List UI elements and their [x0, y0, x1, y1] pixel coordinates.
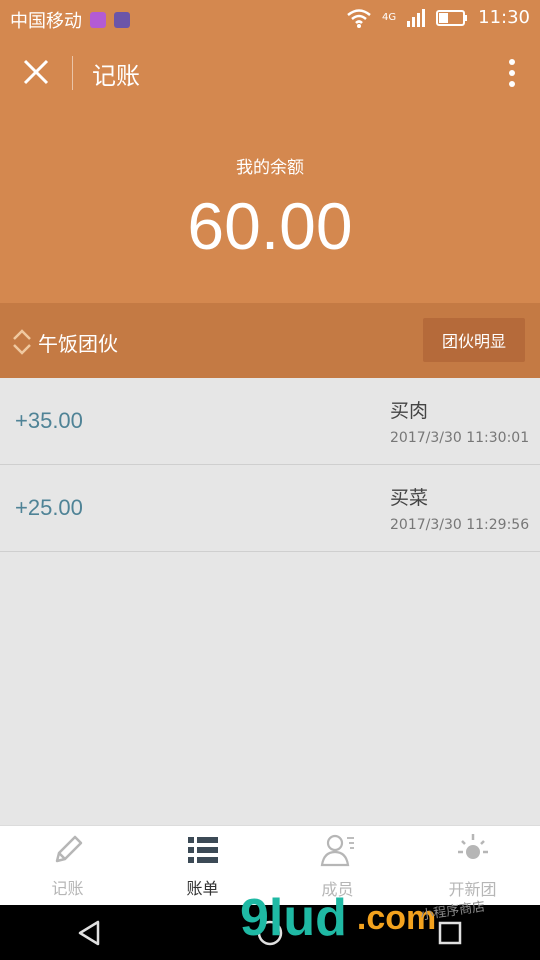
sun-icon [457, 834, 488, 859]
tab-label: 账单 [186, 879, 219, 898]
balance-amount: 60.00 [187, 189, 353, 263]
nav-back-button[interactable] [74, 917, 106, 949]
group-name-label: 午饭团伙 [38, 331, 118, 356]
group-bar: 午饭团伙 团伙明显 [0, 303, 540, 378]
carrier-label: 中国移动 [10, 11, 82, 32]
nav-recent-button[interactable] [434, 917, 466, 949]
tab-label: 记账 [51, 879, 84, 898]
recent-square-icon [438, 921, 462, 944]
transaction-amount: +35.00 [15, 408, 83, 433]
transaction-title: 买肉 [390, 400, 429, 422]
network-type: 4G [382, 12, 397, 23]
balance-panel: 我的余额 60.00 [0, 108, 540, 303]
signal-icon [407, 8, 426, 27]
gallery-notification-icon [90, 12, 106, 28]
pencil-icon [55, 835, 82, 863]
transaction-amount: +25.00 [15, 495, 83, 520]
wifi-icon [347, 8, 371, 28]
group-selector[interactable]: 午饭团伙 [12, 327, 118, 357]
appbar-divider [72, 56, 73, 90]
transaction-time: 2017/3/30 11:30:01 [390, 430, 530, 446]
tab-record[interactable]: 记账 [0, 826, 135, 906]
page-title: 记账 [92, 62, 140, 90]
app-bar: 记账 [0, 38, 540, 108]
transaction-time: 2017/3/30 11:29:56 [390, 517, 530, 533]
close-icon[interactable] [20, 56, 52, 88]
watermark: 9lud .com [240, 888, 436, 948]
transaction-title: 买菜 [390, 487, 429, 509]
balance-label: 我的余额 [236, 158, 304, 178]
person-icon [320, 834, 354, 867]
group-detail-button[interactable]: 团伙明显 [423, 318, 525, 362]
status-right: 4G 11:30 [346, 7, 530, 28]
status-bar: 中国移动 4G 11:30 [0, 0, 540, 38]
back-triangle-icon [78, 920, 100, 945]
transaction-list: +35.00 买肉 2017/3/30 11:30:01 +25.00 买菜 2… [0, 378, 540, 552]
list-icon [187, 837, 218, 863]
clock: 11:30 [478, 7, 530, 28]
status-left: 中国移动 [10, 7, 130, 33]
list-item[interactable]: +35.00 买肉 2017/3/30 11:30:01 [0, 378, 540, 465]
huawei-notification-icon [114, 12, 130, 28]
switch-arrows-icon [13, 329, 31, 355]
list-item[interactable]: +25.00 买菜 2017/3/30 11:29:56 [0, 465, 540, 552]
watermark-logo-text: 9lud [240, 889, 347, 947]
battery-icon [436, 9, 468, 26]
more-icon[interactable] [506, 58, 518, 88]
